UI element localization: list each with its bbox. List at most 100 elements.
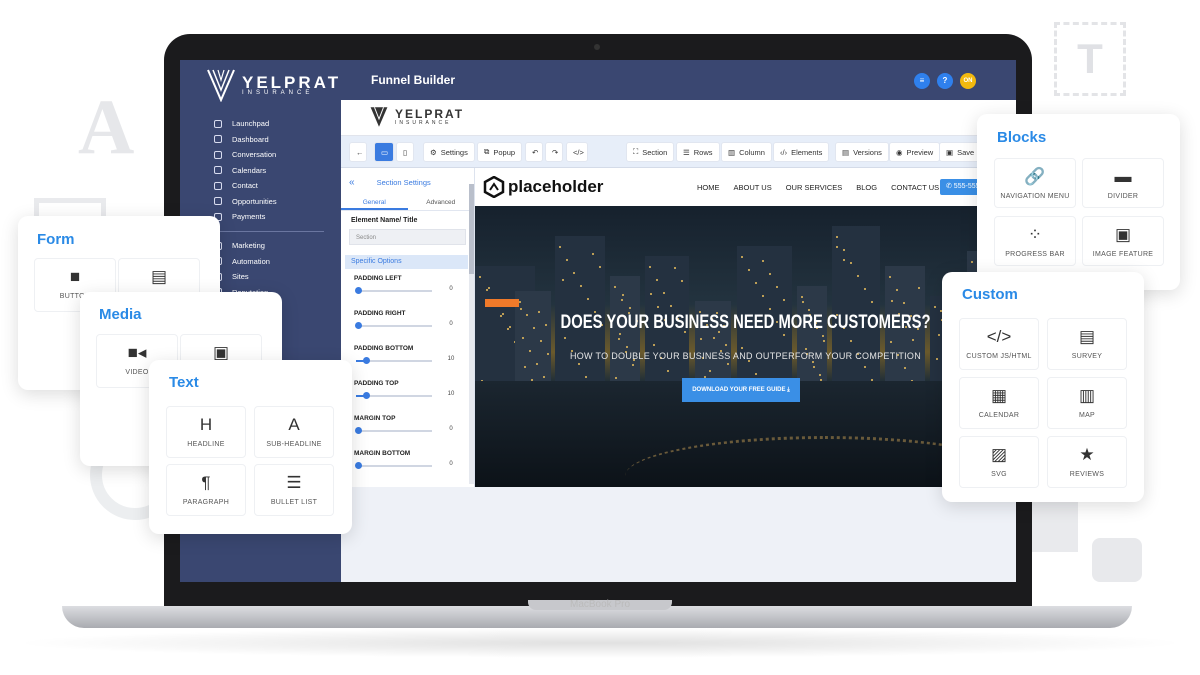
preview-nav-link[interactable]: OUR SERVICES xyxy=(786,183,843,192)
slider-knob[interactable] xyxy=(362,357,370,364)
sidebar-item-sites[interactable]: Sites xyxy=(214,269,270,285)
building-window xyxy=(486,289,488,291)
popup-button[interactable]: ⧉ Popup xyxy=(477,142,523,162)
code-button[interactable]: </> xyxy=(566,142,588,162)
slider-track[interactable] xyxy=(355,427,432,434)
building-window xyxy=(713,337,715,339)
building-window xyxy=(667,370,669,372)
settings-tabs: General Advanced xyxy=(341,196,474,211)
add-column-button[interactable]: ▥ Column xyxy=(721,142,772,162)
slider-track[interactable] xyxy=(356,357,432,364)
slider-track[interactable] xyxy=(355,287,432,294)
sub-headline-tile[interactable]: A SUB-HEADLINE xyxy=(254,406,334,458)
tile-label: NAVIGATION MENU xyxy=(1000,193,1070,200)
slider-value[interactable]: 0 xyxy=(441,426,461,432)
divider-icon: ▬ xyxy=(1114,167,1132,186)
slider-knob[interactable] xyxy=(362,392,370,399)
building-window xyxy=(748,269,750,271)
survey-tile[interactable]: ▤ SURVEY xyxy=(1047,318,1127,370)
bullet-list-tile[interactable]: ☰ BULLET LIST xyxy=(254,464,334,516)
mobile-view-button[interactable]: ▯ xyxy=(396,142,414,162)
subheadline-icon: A xyxy=(288,415,300,434)
bullet-list-icon: ☰ xyxy=(286,473,302,492)
save-button[interactable]: ▣ Save xyxy=(939,142,982,162)
slider-label: MARGIN BOTTOM xyxy=(354,450,411,457)
hero-headline[interactable]: DOES YOUR BUSINESS NEED MORE CUSTOMERS? xyxy=(535,312,957,334)
slider-value[interactable]: 10 xyxy=(441,391,461,397)
paragraph-tile[interactable]: ¶ PARAGRAPH xyxy=(166,464,246,516)
preview-nav-link[interactable]: CONTACT US xyxy=(891,183,939,192)
slider-track[interactable] xyxy=(355,322,432,329)
tab-general[interactable]: General xyxy=(341,196,408,210)
preview-nav-link[interactable]: HOME xyxy=(697,183,720,192)
slider-knob[interactable] xyxy=(355,427,362,434)
collapse-icon[interactable]: « xyxy=(349,177,355,188)
tab-advanced[interactable]: Advanced xyxy=(408,196,475,210)
custom-js-html-tile[interactable]: </> CUSTOM JS/HTML xyxy=(959,318,1039,370)
sidebar-item-calendars[interactable]: Calendars xyxy=(214,163,277,179)
sidebar-item-conversation[interactable]: Conversation xyxy=(214,147,277,163)
back-button[interactable]: ← xyxy=(349,142,367,162)
settings-button[interactable]: ⚙ Settings xyxy=(423,142,475,162)
brand-logo[interactable]: YELPRAT INSURANCE xyxy=(206,68,341,102)
building-window xyxy=(783,299,785,301)
slider-value[interactable]: 10 xyxy=(441,356,461,362)
sidebar-item-opportunities[interactable]: Opportunities xyxy=(214,194,277,210)
blocks-card-title: Blocks xyxy=(997,129,1047,146)
menu-icon[interactable]: ≡ xyxy=(914,73,930,89)
headline-tile[interactable]: H HEADLINE xyxy=(166,406,246,458)
preview-nav-link[interactable]: BLOG xyxy=(856,183,877,192)
sidebar-item-marketing[interactable]: Marketing xyxy=(214,238,270,254)
sidebar-item-contact[interactable]: Contact xyxy=(214,178,277,194)
sidebar-item-launchpad[interactable]: Launchpad xyxy=(214,116,277,132)
calendar-tile[interactable]: ▦ CALENDAR xyxy=(959,377,1039,429)
media-card-title: Media xyxy=(99,306,142,323)
tile-label: HEADLINE xyxy=(187,441,225,448)
preview-nav-link[interactable]: ABOUT US xyxy=(734,183,772,192)
rows-label: Rows xyxy=(693,147,713,157)
help-icon[interactable]: ? xyxy=(937,73,953,89)
sidebar-item-automation[interactable]: Automation xyxy=(214,254,270,270)
reviews-tile[interactable]: ★ REVIEWS xyxy=(1047,436,1127,488)
slider-row: MARGIN TOP 0 xyxy=(341,409,474,444)
navigation-menu-tile[interactable]: 🔗 NAVIGATION MENU xyxy=(994,158,1076,208)
progress-bar-tile[interactable]: ⁘ PROGRESS BAR xyxy=(994,216,1076,266)
building-window xyxy=(822,335,824,337)
slider-track[interactable] xyxy=(355,462,432,469)
map-tile[interactable]: ▥ MAP xyxy=(1047,377,1127,429)
redo-button[interactable]: ↷ xyxy=(545,142,563,162)
image-feature-tile[interactable]: ▣ IMAGE FEATURE xyxy=(1082,216,1164,266)
map-icon: ▥ xyxy=(1078,386,1096,405)
download-guide-button[interactable]: DOWNLOAD YOUR FREE GUIDE ⤓ xyxy=(682,378,800,402)
slider-value[interactable]: 0 xyxy=(441,461,461,467)
slider-value[interactable]: 0 xyxy=(441,321,461,327)
add-elements-button[interactable]: ‹/› Elements xyxy=(773,142,830,162)
slider-label: PADDING TOP xyxy=(354,380,399,387)
add-section-button[interactable]: ⛶ Section xyxy=(626,142,675,162)
specific-options-header[interactable]: Specific Options xyxy=(345,255,468,269)
slider-knob[interactable] xyxy=(355,287,362,294)
element-name-input[interactable]: Section xyxy=(349,229,466,245)
slider-knob[interactable] xyxy=(355,322,362,329)
save-icon: ▣ xyxy=(946,147,954,157)
sidebar-item-payments[interactable]: Payments xyxy=(214,209,277,225)
hero-section[interactable]: DOES YOUR BUSINESS NEED MORE CUSTOMERS? … xyxy=(475,206,1016,487)
versions-button[interactable]: ▤ Versions xyxy=(835,142,889,162)
desktop-view-button[interactable]: ▭ xyxy=(374,142,394,162)
slider-track[interactable] xyxy=(356,392,432,399)
settings-scrollbar-thumb[interactable] xyxy=(469,184,474,274)
sidebar-item-dashboard[interactable]: Dashboard xyxy=(214,132,277,148)
hero-subheadline[interactable]: HOW TO DOUBLE YOUR BUSINESS AND OUTPERFO… xyxy=(475,351,1016,361)
preview-logo[interactable]: placeholder xyxy=(483,176,603,198)
undo-button[interactable]: ↶ xyxy=(525,142,543,162)
building-window xyxy=(536,363,538,365)
divider-tile[interactable]: ▬ DIVIDER xyxy=(1082,158,1164,208)
section-selection-badge[interactable] xyxy=(485,299,519,307)
building-window xyxy=(520,308,522,310)
svg-tile[interactable]: ▨ SVG xyxy=(959,436,1039,488)
preview-button[interactable]: ◉ Preview xyxy=(889,142,941,162)
slider-knob[interactable] xyxy=(355,462,362,469)
user-avatar[interactable]: ON xyxy=(960,73,976,89)
slider-value[interactable]: 0 xyxy=(441,286,461,292)
add-rows-button[interactable]: ☰ Rows xyxy=(676,142,720,162)
